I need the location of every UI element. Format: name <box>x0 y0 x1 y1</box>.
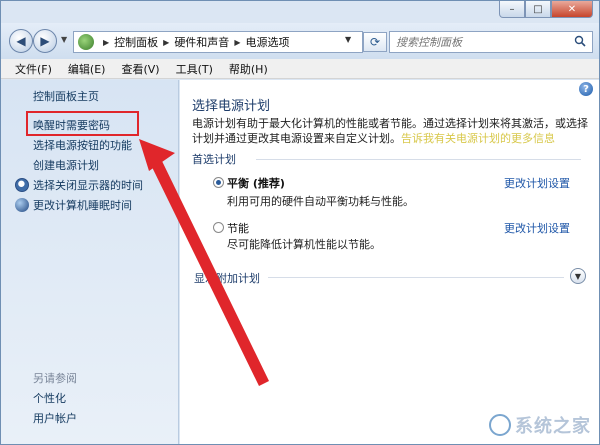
show-additional-plans-label[interactable]: 显示附加计划 <box>194 270 260 286</box>
see-also-title: 另请参阅 <box>33 372 77 385</box>
control-panel-icon <box>78 34 94 50</box>
search-box[interactable] <box>389 31 593 53</box>
back-button[interactable]: ◀ <box>9 29 33 53</box>
divider <box>268 277 564 278</box>
menu-file[interactable]: 文件(F) <box>7 61 60 77</box>
plan-balanced-radio[interactable] <box>213 177 224 188</box>
sidebar-user-accounts-link[interactable]: 用户帐户 <box>33 410 77 426</box>
sidebar-personalize-link[interactable]: 个性化 <box>33 390 66 406</box>
page-title: 选择电源计划 <box>192 99 271 114</box>
menu-help[interactable]: 帮助(H) <box>221 61 276 77</box>
refresh-button[interactable]: ⟳ <box>363 32 387 52</box>
plan-balanced-name: 平衡 (推荐) <box>227 177 285 190</box>
help-icon[interactable]: ? <box>579 82 593 96</box>
sidebar-power-button-link[interactable]: 选择电源按钮的功能 <box>33 137 132 153</box>
chevron-down-icon[interactable]: ▼ <box>570 268 586 284</box>
menu-view[interactable]: 查看(V) <box>113 61 167 77</box>
caption-buttons: – □ ✕ <box>499 1 593 18</box>
breadcrumb-power-options[interactable]: 电源选项 <box>245 34 289 50</box>
divider <box>256 159 581 160</box>
sidebar-home-link[interactable]: 控制面板主页 <box>33 88 99 104</box>
sidebar-create-plan-link[interactable]: 创建电源计划 <box>33 157 99 173</box>
highlight-annotation <box>26 111 139 136</box>
menu-bar: 文件(F) 编辑(E) 查看(V) 工具(T) 帮助(H) <box>1 59 599 79</box>
moon-icon <box>15 198 29 212</box>
plan-balanced-desc: 利用可用的硬件自动平衡功耗与性能。 <box>227 195 414 208</box>
plan-power-saver-desc: 尽可能降低计算机性能以节能。 <box>227 238 381 251</box>
breadcrumb-control-panel[interactable]: 控制面板 <box>114 34 158 50</box>
clock-icon <box>15 178 29 192</box>
main-panel: ? 选择电源计划 电源计划有助于最大化计算机的性能或者节能。通过选择计划来将其激… <box>180 80 599 444</box>
sidebar-display-off-label: 选择关闭显示器的时间 <box>33 179 143 192</box>
plan-power-saver-name: 节能 <box>227 222 249 235</box>
address-row: ◀ ▶ ▼ ▶ 控制面板 ▶ 硬件和声音 ▶ 电源选项 ▼ ⟳ <box>1 23 599 59</box>
preferred-plans-label: 首选计划 <box>192 153 236 166</box>
watermark-text: 系统之家 <box>515 416 591 437</box>
address-dropdown-icon[interactable]: ▼ <box>345 35 351 44</box>
watermark: 系统之家 <box>489 412 591 438</box>
chevron-right-icon[interactable]: ▶ <box>234 38 240 47</box>
plan-power-saver-radio[interactable] <box>213 222 224 233</box>
forward-button[interactable]: ▶ <box>33 29 57 53</box>
page-description: 电源计划有助于最大化计算机的性能或者节能。通过选择计划来将其激活，或选择计划并通… <box>192 116 590 146</box>
plan-balanced-settings-link[interactable]: 更改计划设置 <box>504 175 570 191</box>
sidebar-sleep-label: 更改计算机睡眠时间 <box>33 199 132 212</box>
minimize-button[interactable]: – <box>499 1 525 18</box>
sidebar-sleep-link[interactable]: 更改计算机睡眠时间 <box>15 197 132 213</box>
search-icon[interactable] <box>574 35 586 47</box>
breadcrumb-hardware-sound[interactable]: 硬件和声音 <box>174 34 229 50</box>
power-plan-info-link[interactable]: 告诉我有关电源计划的更多信息 <box>401 132 555 145</box>
sidebar-display-off-link[interactable]: 选择关闭显示器的时间 <box>15 177 143 193</box>
plan-power-saver-settings-link[interactable]: 更改计划设置 <box>504 220 570 236</box>
address-bar[interactable]: ▶ 控制面板 ▶ 硬件和声音 ▶ 电源选项 <box>73 31 363 53</box>
menu-tools[interactable]: 工具(T) <box>168 61 221 77</box>
watermark-logo-icon <box>489 414 511 436</box>
recent-pages-dropdown[interactable]: ▼ <box>61 35 67 44</box>
menu-edit[interactable]: 编辑(E) <box>60 61 114 77</box>
chevron-right-icon[interactable]: ▶ <box>103 38 109 47</box>
maximize-button[interactable]: □ <box>525 1 551 18</box>
close-button[interactable]: ✕ <box>551 1 593 18</box>
control-panel-window: – □ ✕ ◀ ▶ ▼ ▶ 控制面板 ▶ 硬件和声音 ▶ 电源选项 ▼ ⟳ 文件… <box>0 0 600 445</box>
search-input[interactable] <box>396 35 566 49</box>
chevron-right-icon[interactable]: ▶ <box>163 38 169 47</box>
